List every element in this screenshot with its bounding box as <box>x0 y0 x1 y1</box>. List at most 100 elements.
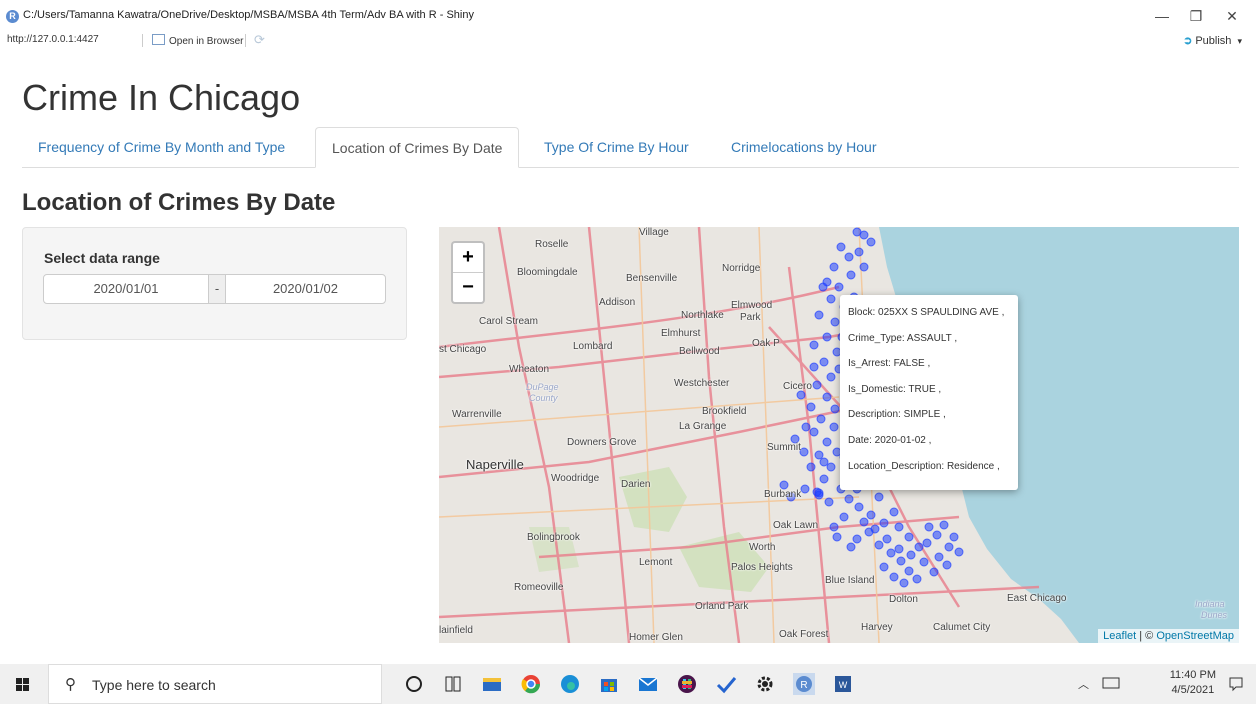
map-label: Calumet City <box>933 622 991 633</box>
map-label: Park <box>740 312 761 323</box>
section-title: Location of Crimes By Date <box>22 189 336 216</box>
task-view-icon[interactable] <box>442 673 464 695</box>
map-label: Bensenville <box>626 273 678 284</box>
slack-icon[interactable] <box>676 673 698 695</box>
map-label: Northlake <box>681 310 724 321</box>
window-title: C:/Users/Tamanna Kawatra/OneDrive/Deskto… <box>23 9 474 21</box>
map-label: Norridge <box>722 263 761 274</box>
map-label: Westchester <box>674 378 730 389</box>
page-title: Crime In Chicago <box>22 77 301 118</box>
map-label: Burbank <box>764 489 802 500</box>
chevron-up-icon[interactable]: ︿ <box>1078 676 1089 692</box>
popup-location-description: Location_Description: Residence , <box>848 460 1000 472</box>
todo-icon[interactable] <box>715 673 737 695</box>
tab-location-of-crimes[interactable]: Location of Crimes By Date <box>315 127 520 168</box>
search-icon: ⚲ <box>65 676 76 693</box>
tab-bar: Frequency of Crime By Month and Type Loc… <box>22 127 1239 168</box>
keyboard-icon[interactable] <box>1102 676 1120 690</box>
close-button[interactable]: ✕ <box>1220 6 1244 26</box>
date-range-separator: - <box>208 274 226 304</box>
openstreetmap-link[interactable]: OpenStreetMap <box>1156 630 1234 642</box>
leaflet-map[interactable]: Village Roselle Bloomingdale Bensenville… <box>439 227 1239 643</box>
mail-icon[interactable] <box>637 673 659 695</box>
tab-frequency-of-crime[interactable]: Frequency of Crime By Month and Type <box>22 127 301 167</box>
r-icon[interactable]: R <box>793 673 815 695</box>
cortana-icon[interactable] <box>403 673 425 695</box>
zoom-control: + − <box>451 241 485 304</box>
popup-description: Description: SIMPLE , <box>848 409 946 421</box>
map-label: Bellwood <box>679 346 720 357</box>
minimize-button[interactable]: — <box>1150 6 1174 26</box>
zoom-out-button[interactable]: − <box>453 273 483 302</box>
map-label: Cicero <box>783 381 812 392</box>
tray-date: 4/5/2021 <box>1171 684 1215 696</box>
map-label: Bolingbrook <box>527 532 580 543</box>
date-from-input[interactable]: 2020/01/01 <box>43 274 209 304</box>
open-in-browser-button[interactable]: Open in Browser <box>152 34 243 47</box>
r-logo-icon: R <box>6 10 19 23</box>
map-label: Wheaton <box>509 364 550 375</box>
date-to-input[interactable]: 2020/01/02 <box>225 274 386 304</box>
publish-button[interactable]: ➲ Publish ▾ <box>1183 34 1242 47</box>
file-explorer-icon[interactable] <box>481 673 503 695</box>
map-label: Warrenville <box>452 409 502 420</box>
map-label: Homer Glen <box>629 632 683 643</box>
tab-type-of-crime-by-hour[interactable]: Type Of Crime By Hour <box>528 127 705 167</box>
map-attribution: Leaflet | © OpenStreetMap <box>1098 629 1239 643</box>
chevron-down-icon: ▾ <box>1237 36 1242 46</box>
map-label: Elmwood <box>731 300 773 311</box>
map-label: Blue Island <box>825 575 875 586</box>
map-label: Harvey <box>861 622 893 633</box>
map-label: Orland Park <box>695 601 749 612</box>
toolbar-divider <box>245 34 246 47</box>
map-label: Darien <box>621 479 651 490</box>
map-label: Oak P <box>752 338 780 349</box>
date-range-label: Select data range <box>44 250 160 266</box>
map-label: Lombard <box>573 341 613 352</box>
map-label: Summit <box>767 442 801 453</box>
map-label: La Grange <box>679 421 727 432</box>
county-label: Dunes <box>1201 610 1228 620</box>
map-label: Worth <box>749 542 776 553</box>
map-label: Bloomingdale <box>517 267 578 278</box>
zoom-in-button[interactable]: + <box>453 243 483 273</box>
tab-crimelocations-by-hour[interactable]: Crimelocations by Hour <box>715 127 893 167</box>
crime-popup: Block: 025XX S SPAULDING AVE , Crime_Typ… <box>840 295 1018 490</box>
word-icon[interactable]: W <box>832 673 854 695</box>
map-label: Downers Grove <box>567 437 637 448</box>
windows-taskbar: ⚲ Type here to search R W ︿ 11:40 PM 4/5… <box>0 664 1256 704</box>
taskbar-search-box[interactable]: ⚲ Type here to search <box>48 664 382 704</box>
window-title-bar: R C:/Users/Tamanna Kawatra/OneDrive/Desk… <box>0 0 1256 30</box>
windows-start-button[interactable] <box>0 664 46 704</box>
popup-crime-type: Crime_Type: ASSAULT , <box>848 332 958 344</box>
map-label: lainfield <box>439 625 473 636</box>
popup-is-domestic: Is_Domestic: TRUE , <box>848 383 942 395</box>
publish-icon: ➲ <box>1183 35 1193 47</box>
map-label: Palos Heights <box>731 562 793 573</box>
viewer-toolbar: http://127.0.0.1:4427 Open in Browser ⟳ … <box>0 30 1256 50</box>
svg-text:W: W <box>839 680 848 690</box>
sidebar-panel: Select data range 2020/01/01 - 2020/01/0… <box>22 227 407 340</box>
leaflet-link[interactable]: Leaflet <box>1103 630 1136 642</box>
refresh-icon[interactable]: ⟳ <box>254 32 265 48</box>
store-icon[interactable] <box>598 673 620 695</box>
edge-icon[interactable] <box>559 673 581 695</box>
settings-icon[interactable] <box>754 673 776 695</box>
tray-clock[interactable]: 11:40 PM 4/5/2021 <box>1170 668 1216 698</box>
notification-icon[interactable] <box>1228 676 1244 692</box>
browser-window-icon <box>152 34 165 45</box>
chrome-icon[interactable] <box>520 673 542 695</box>
county-label: DuPage <box>526 382 559 392</box>
popup-block: Block: 025XX S SPAULDING AVE , <box>848 307 1005 318</box>
map-label: Oak Lawn <box>773 520 819 531</box>
map-label: Elmhurst <box>661 328 701 339</box>
restore-button[interactable]: ❐ <box>1184 6 1208 26</box>
popup-is-arrest: Is_Arrest: FALSE , <box>848 358 931 370</box>
open-in-browser-label: Open in Browser <box>169 36 244 47</box>
map-label: Lemont <box>639 557 673 568</box>
map-label: Brookfield <box>702 406 747 417</box>
attribution-separator: | © <box>1136 630 1157 642</box>
map-label: Woodridge <box>551 473 600 484</box>
map-label: Roselle <box>535 239 569 250</box>
map-label: Naperville <box>466 457 524 472</box>
